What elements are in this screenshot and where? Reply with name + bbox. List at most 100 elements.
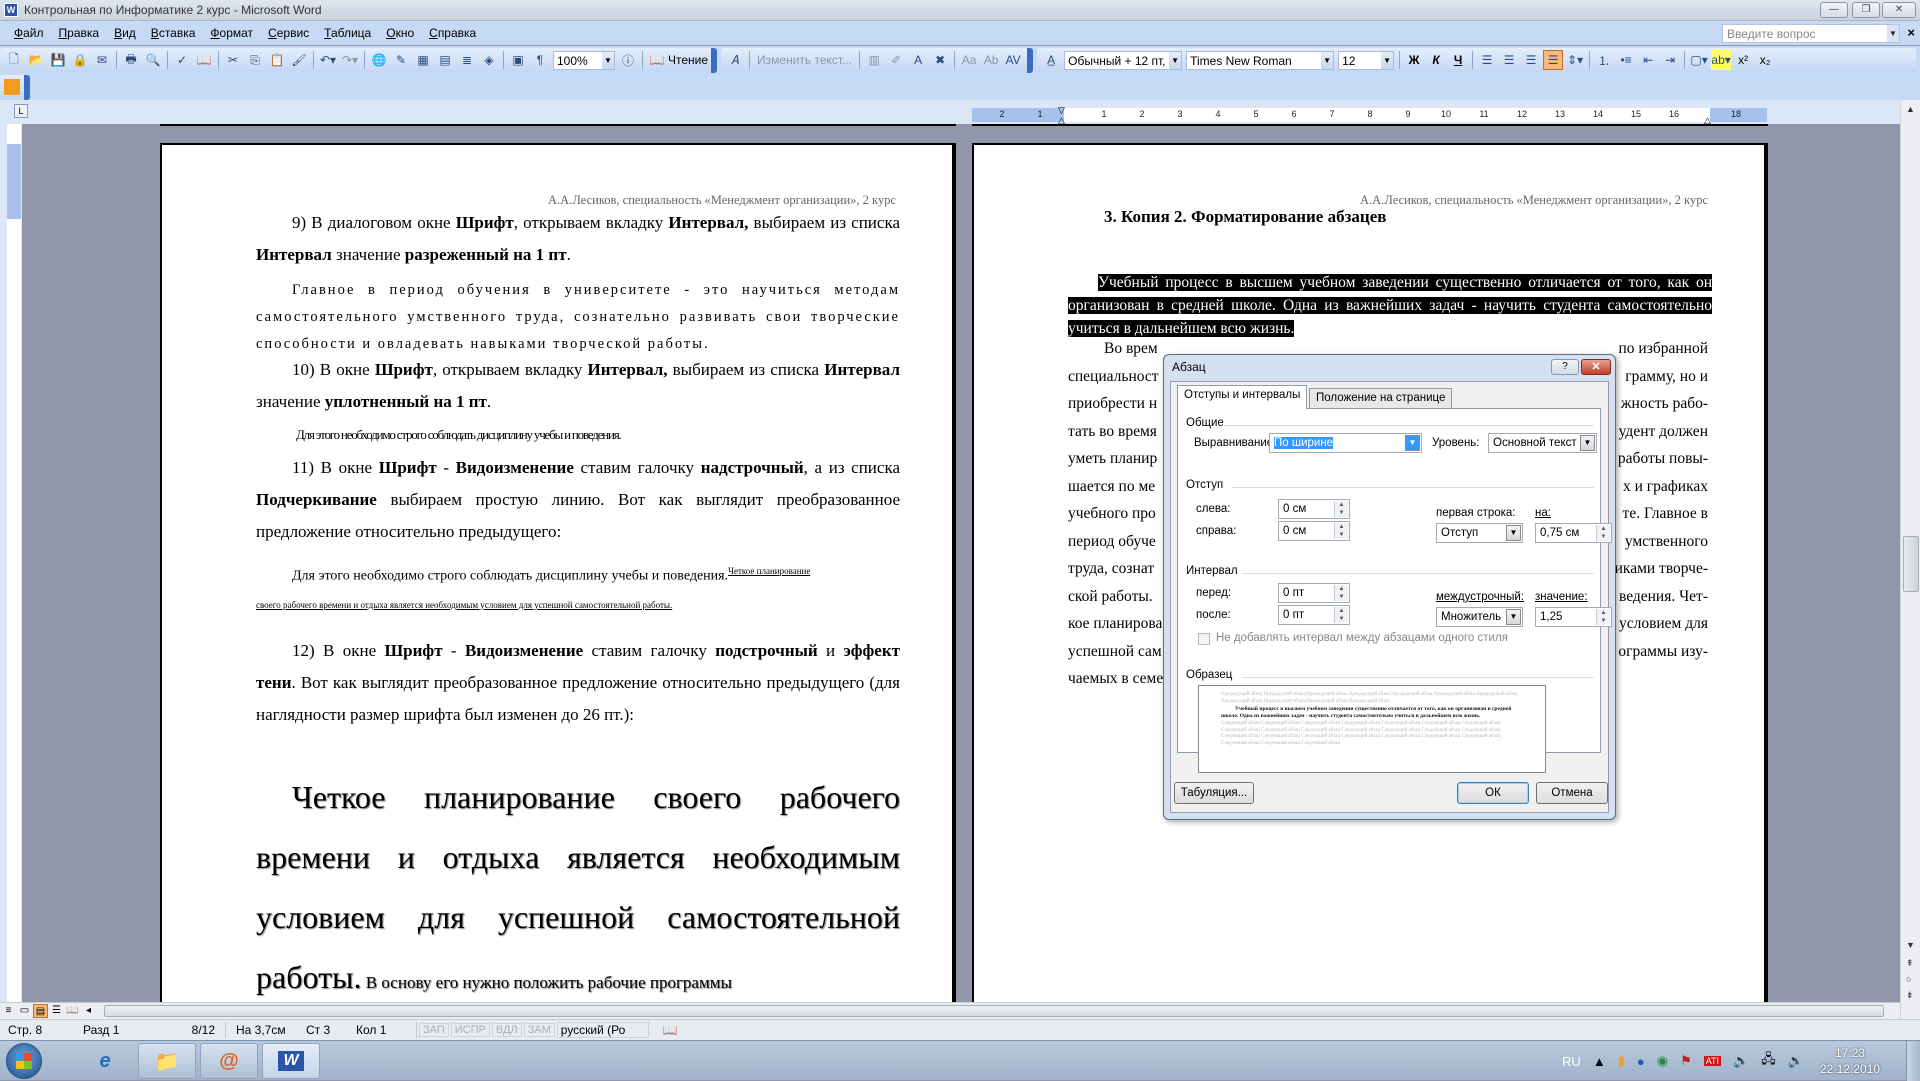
network-warning-icon[interactable]: 🖧 — [1761, 1050, 1776, 1072]
chevron-down-icon[interactable]: ▼ — [1169, 51, 1182, 69]
menu-window[interactable]: Окно — [386, 26, 414, 40]
clock[interactable]: 17:23 22.12.2010 — [1820, 1045, 1880, 1077]
status-track-changes[interactable]: ИСПР — [450, 1023, 490, 1037]
chevron-down-icon[interactable]: ▼ — [1887, 25, 1899, 42]
copy-icon[interactable]: ⎘ — [245, 50, 265, 70]
wordart-icon[interactable]: 𝐴 — [725, 50, 745, 70]
vertical-ruler[interactable] — [0, 124, 22, 1019]
spinner-icon[interactable]: ▲ ▼ — [1596, 609, 1610, 625]
word-taskbar-icon[interactable]: W — [262, 1043, 320, 1079]
align-right-icon[interactable]: ☰ — [1521, 50, 1541, 70]
highlight-icon[interactable]: ab▾ — [1711, 50, 1732, 70]
columns-icon[interactable]: ≣ — [457, 50, 477, 70]
tab-stop-selector[interactable]: L — [14, 104, 28, 118]
document-map-icon[interactable]: ▣ — [508, 50, 528, 70]
drawing-toolbar-icon[interactable]: ◈ — [479, 50, 499, 70]
spaced-sample-paragraph[interactable]: Главное в период обучения в университете… — [256, 277, 900, 358]
no-space-checkbox[interactable] — [1198, 633, 1210, 645]
speaker-alert-icon[interactable]: 🔈 — [1733, 1053, 1749, 1069]
line-spacing-at-input[interactable]: 1,25 ▲ ▼ — [1535, 607, 1612, 627]
zoom-select[interactable]: 100% ▼ — [553, 50, 615, 70]
vertical-text-icon[interactable]: Ab — [981, 50, 1001, 70]
horizontal-scrollbar[interactable]: ≡ ▭ ▤ ☰ 📖 ◂ — [0, 1002, 1900, 1019]
email-icon[interactable]: ✉ — [92, 50, 112, 70]
web-view-icon[interactable]: ▭ — [17, 1004, 32, 1018]
menu-file[interactable]: Файл — [14, 26, 44, 40]
horizontal-scroll-thumb[interactable] — [104, 1005, 1884, 1017]
mail-agent-icon[interactable]: @ — [200, 1043, 258, 1079]
paragraph-12[interactable]: 12) В окне Шрифт - Видоизменение ставим … — [256, 635, 900, 731]
align-left-icon[interactable]: ☰ — [1477, 50, 1497, 70]
status-overtype[interactable]: ЗАМ — [523, 1023, 555, 1037]
level-select[interactable]: Основной текст ▼ — [1488, 433, 1597, 453]
chevron-down-icon[interactable]: ▼ — [1580, 435, 1595, 451]
menu-view[interactable]: Вид — [114, 26, 136, 40]
cut-icon[interactable]: ✂ — [223, 50, 243, 70]
start-button[interactable] — [6, 1043, 42, 1079]
insert-table-icon[interactable]: ▦ — [413, 50, 433, 70]
outline-view-icon[interactable]: ☰ — [49, 1004, 64, 1018]
paragraph-11[interactable]: 11) В окне Шрифт - Видоизменение ставим … — [256, 452, 900, 548]
numbering-icon[interactable]: ⒈ — [1594, 50, 1614, 70]
style-select[interactable]: Обычный + 12 пт, ▼ — [1064, 50, 1183, 70]
close-button[interactable]: ✕ — [1882, 2, 1916, 18]
bold-button[interactable]: Ж — [1404, 50, 1424, 70]
previous-page-icon[interactable]: ⇞ — [1906, 958, 1914, 969]
bullets-icon[interactable]: •≡ — [1616, 50, 1636, 70]
restore-button[interactable]: ❐ — [1852, 2, 1880, 18]
scroll-down-icon[interactable]: ▼ — [1906, 940, 1915, 950]
print-layout-icon[interactable]: ▤ — [33, 1004, 48, 1018]
close-document-button[interactable]: × — [1907, 25, 1915, 40]
redo-icon[interactable]: ↷▾ — [340, 50, 360, 70]
condensed-sample-paragraph[interactable]: Для этого необходимо строго соблюдать ди… — [296, 425, 940, 445]
drawing-icon[interactable]: ✎ — [391, 50, 411, 70]
large-sample-paragraph[interactable]: Четкое планирование своего рабочего врем… — [256, 767, 900, 1013]
print-preview-icon[interactable]: 🔍 — [143, 50, 163, 70]
chevron-down-icon[interactable]: ▼ — [1381, 51, 1394, 69]
first-line-select[interactable]: Отступ ▼ — [1436, 523, 1523, 543]
antivirus-icon[interactable]: ◉ — [1657, 1053, 1668, 1069]
scroll-up-icon[interactable]: ▲ — [1906, 104, 1915, 114]
new-document-icon[interactable]: 🗋 — [4, 50, 24, 70]
read-icon[interactable]: 📖 — [647, 50, 667, 70]
dialog-close-button[interactable]: ✕ — [1581, 359, 1611, 375]
minimize-button[interactable]: — — [1820, 2, 1848, 18]
superscript-icon[interactable]: x² — [1733, 50, 1753, 70]
status-record[interactable]: ЗАП — [419, 1023, 449, 1037]
dialog-help-button[interactable]: ? — [1551, 359, 1579, 375]
font-size-select[interactable]: 12 ▼ — [1338, 50, 1395, 70]
font-select[interactable]: Times New Roman ▼ — [1186, 50, 1335, 70]
justify-icon[interactable]: ☰ — [1543, 50, 1564, 70]
character-spacing-icon[interactable]: AV — [1003, 50, 1023, 70]
internet-explorer-icon[interactable]: e — [76, 1043, 134, 1079]
space-before-input[interactable]: 0 пт ▲ ▼ — [1278, 583, 1350, 603]
book-icon[interactable] — [4, 79, 20, 95]
edit-text-button[interactable]: Изменить текст... — [757, 53, 852, 67]
spinner-icon[interactable]: ▲ ▼ — [1334, 501, 1348, 517]
normal-view-icon[interactable]: ≡ — [1, 1004, 16, 1018]
insert-excel-icon[interactable]: ▤ — [435, 50, 455, 70]
menu-table[interactable]: Таблица — [324, 26, 371, 40]
italic-button[interactable]: К — [1426, 50, 1446, 70]
menu-help[interactable]: Справка — [429, 26, 476, 40]
help-icon[interactable]: ⓘ — [618, 50, 638, 70]
border-icon[interactable]: ▢▾ — [1689, 50, 1709, 70]
permission-icon[interactable]: 🔒 — [70, 50, 90, 70]
paragraph-9[interactable]: 9) В диалоговом окне Шрифт, открываем вк… — [256, 207, 900, 271]
spinner-icon[interactable]: ▲ ▼ — [1334, 607, 1348, 623]
network-tool-icon[interactable]: ● — [1637, 1054, 1645, 1069]
page-left[interactable]: А.А.Лесиков, специальность «Менеджмент о… — [160, 143, 956, 1019]
print-icon[interactable]: 🖶 — [121, 50, 141, 70]
document-area[interactable]: А.А.Лесиков, специальность «Менеджмент о… — [26, 124, 1900, 1019]
styles-icon[interactable]: A̲ — [1041, 50, 1061, 70]
chevron-down-icon[interactable]: ▼ — [1405, 435, 1420, 451]
tab-indents-spacing[interactable]: Отступы и интервалы — [1177, 385, 1308, 409]
select-browse-object-icon[interactable]: ○ — [1906, 974, 1911, 984]
line-spacing-select[interactable]: Множитель ▼ — [1436, 607, 1523, 627]
language-indicator[interactable]: RU — [1562, 1054, 1581, 1069]
menu-tools[interactable]: Сервис — [268, 26, 309, 40]
format-wordart-icon[interactable]: ✐ — [886, 50, 906, 70]
wordart-shape-icon[interactable]: A — [908, 50, 928, 70]
chevron-down-icon[interactable]: ▼ — [1321, 51, 1334, 69]
alignment-select[interactable]: По ширине ▼ — [1269, 433, 1422, 453]
